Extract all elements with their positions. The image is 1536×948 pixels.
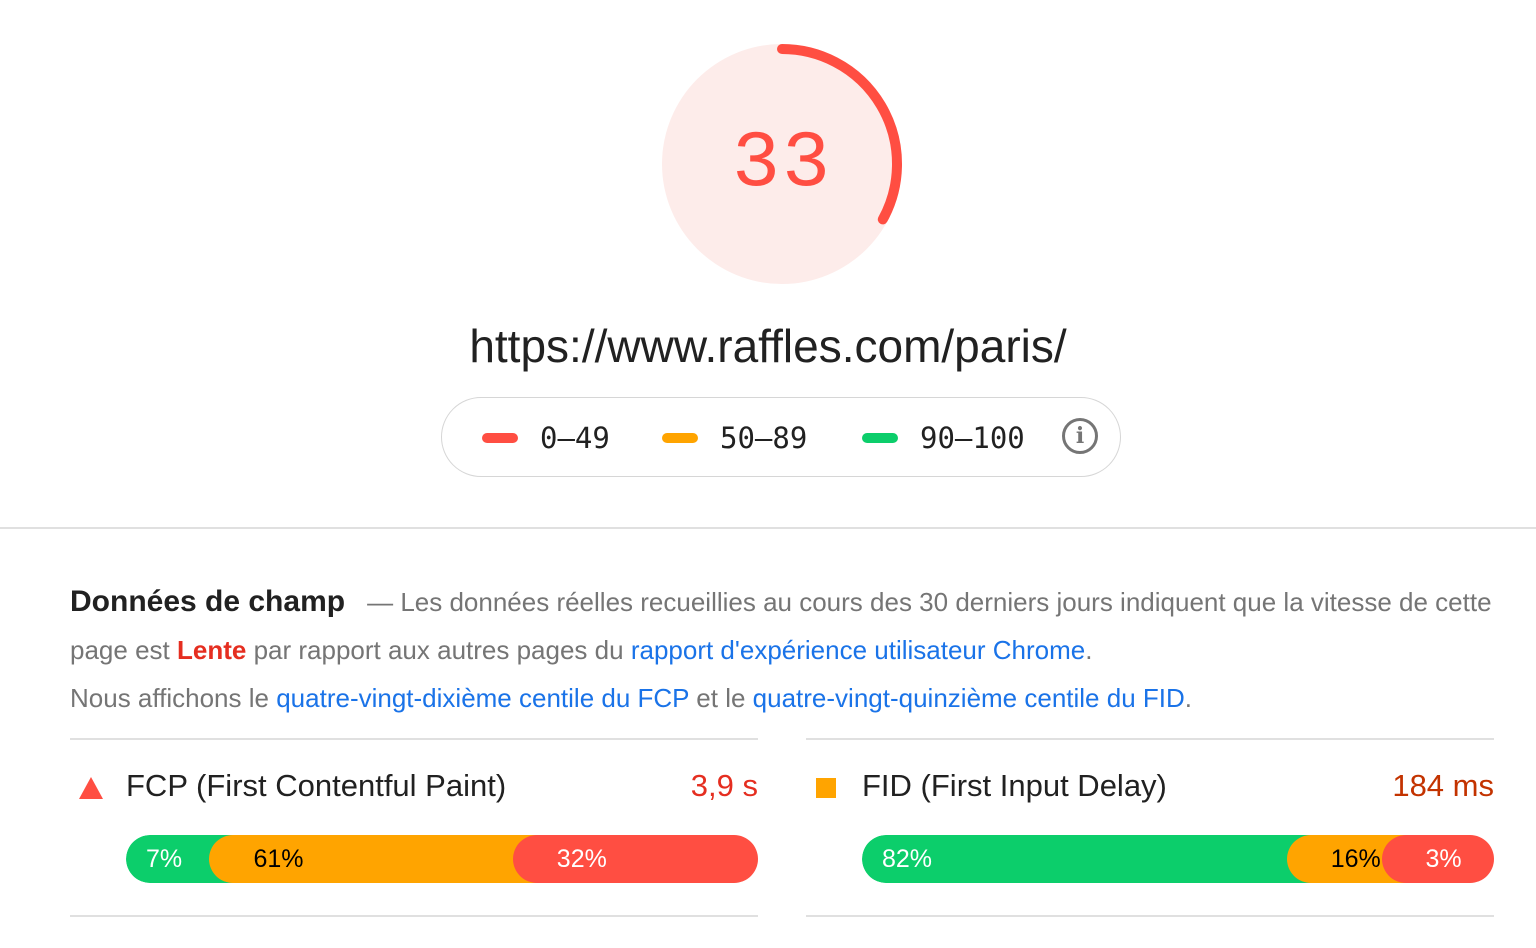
metric-fid-name: FID (First Input Delay): [862, 768, 1167, 803]
metric-divider: [806, 738, 1494, 740]
distribution-segment-average: 61%: [209, 835, 537, 883]
field-data-text-6: .: [1184, 683, 1193, 713]
score-gauge: 33: [658, 40, 906, 288]
distribution-segment-fast: 82%: [862, 835, 1311, 883]
triangle-icon: [78, 776, 104, 805]
score-value: 33: [731, 118, 832, 210]
metric-divider: [806, 915, 1494, 917]
fcp-distribution-bar: 7% 61% 32%: [126, 835, 758, 883]
page-url: https://www.raffles.com/paris/: [469, 320, 1067, 372]
legend-item-average: 50–89: [662, 398, 807, 478]
legend-item-poor: 0–49: [482, 398, 610, 478]
legend-item-good: 90–100: [862, 398, 1025, 478]
field-data-text-2: par rapport aux autres pages du: [253, 635, 624, 665]
score-legend: 0–49 50–89 90–100 i: [441, 397, 1121, 477]
speed-category: Lente: [176, 635, 247, 665]
legend-swatch-average: [662, 433, 698, 443]
crux-report-link[interactable]: rapport d'expérience utilisateur Chrome: [631, 635, 1085, 665]
distribution-segment-slow: 3%: [1381, 835, 1494, 883]
metric-divider: [70, 738, 758, 740]
metric-divider: [70, 915, 758, 917]
field-data-text-4: Nous affichons le: [70, 683, 269, 713]
legend-swatch-good: [862, 433, 898, 443]
square-icon: [814, 776, 838, 805]
metric-fcp-name: FCP (First Contentful Paint): [126, 768, 507, 803]
fcp-percentile-link[interactable]: quatre-vingt-dixième centile du FCP: [276, 683, 689, 713]
legend-label-poor: 0–49: [540, 421, 610, 455]
metric-fcp-value: 3,9 s: [690, 768, 758, 803]
legend-label-good: 90–100: [920, 421, 1025, 455]
field-data-title: Données de champ: [70, 585, 346, 618]
section-divider: [0, 527, 1536, 529]
legend-swatch-poor: [482, 433, 518, 443]
field-data-text-3: .: [1085, 635, 1093, 665]
field-data-summary: Données de champ — Les données réelles re…: [70, 578, 1500, 722]
fid-distribution-bar: 82% 16% 3%: [862, 835, 1494, 883]
field-data-text-5: et le: [696, 683, 746, 713]
field-data-dash: —: [367, 587, 394, 617]
legend-label-average: 50–89: [720, 421, 808, 455]
metric-fid-value: 184 ms: [1392, 768, 1494, 803]
info-icon[interactable]: i: [1062, 418, 1098, 454]
distribution-segment-slow: 32%: [512, 835, 758, 883]
fid-percentile-link[interactable]: quatre-vingt-quinzième centile du FID: [753, 683, 1185, 713]
